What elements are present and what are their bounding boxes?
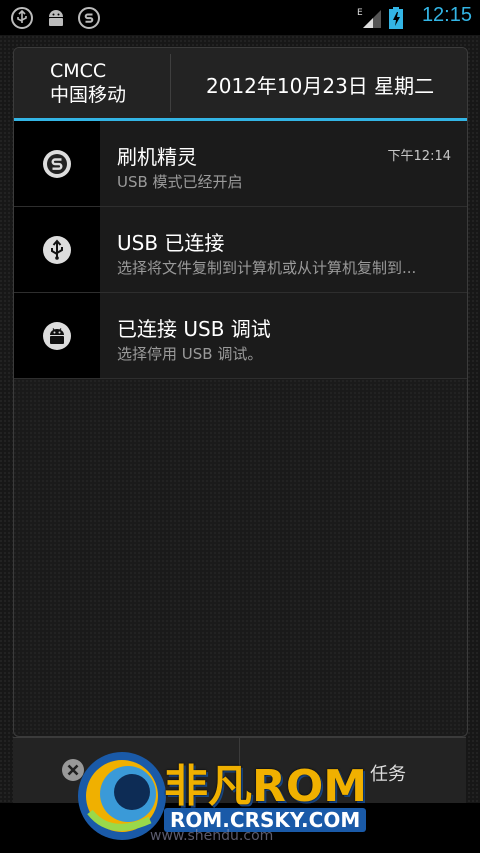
notification-icon-box [14,121,100,206]
app-s-icon [78,7,100,29]
notification-item[interactable]: 刷机精灵 USB 模式已经开启 下午12:14 [14,121,467,207]
status-bar: E 12:15 [0,0,480,35]
notification-title: 已连接 USB 调试 [117,317,271,341]
app-s-icon [43,150,71,178]
usb-icon [11,7,33,29]
notification-subtitle: 选择停用 USB 调试。 [117,345,263,363]
watermark-logo: 非凡ROM ROM.CRSKY.COM www.shendu.com [72,742,422,853]
battery-icon [389,7,403,29]
carrier-name: CMCC [50,60,107,82]
notification-panel: CMCC 中国移动 2012年10月23日 星期二 刷机精灵 USB 模式已经开… [13,47,468,737]
notification-screen: E 12:15 CMCC 中国移动 2012年10月23日 星期二 刷机精灵 U… [0,0,480,853]
carrier-label: CMCC 中国移动 [50,59,126,107]
notification-title: 刷机精灵 [117,145,197,169]
status-clock: 12:15 [421,4,472,26]
date-label[interactable]: 2012年10月23日 星期二 [206,70,434,99]
notification-title: USB 已连接 [117,231,225,255]
watermark-url: www.shendu.com [150,828,274,844]
notification-icon-box [14,293,100,378]
android-debug-icon [43,322,71,350]
usb-icon [43,236,71,264]
android-debug-icon [49,10,63,26]
header-divider [170,54,171,112]
signal-icon: E [357,8,381,28]
notification-time: 下午12:14 [387,149,451,164]
watermark-title: 非凡ROM [164,761,368,812]
notification-item[interactable]: 已连接 USB 调试 选择停用 USB 调试。 [14,293,467,379]
notification-subtitle: 选择将文件复制到计算机或从计算机复制到... [117,259,417,277]
notification-icon-box [14,207,100,292]
panel-header: CMCC 中国移动 2012年10月23日 星期二 [14,48,467,121]
notification-subtitle: USB 模式已经开启 [117,173,243,191]
svg-text:E: E [357,8,363,18]
carrier-name-cn: 中国移动 [50,84,127,106]
notification-item[interactable]: USB 已连接 选择将文件复制到计算机或从计算机复制到... [14,207,467,293]
